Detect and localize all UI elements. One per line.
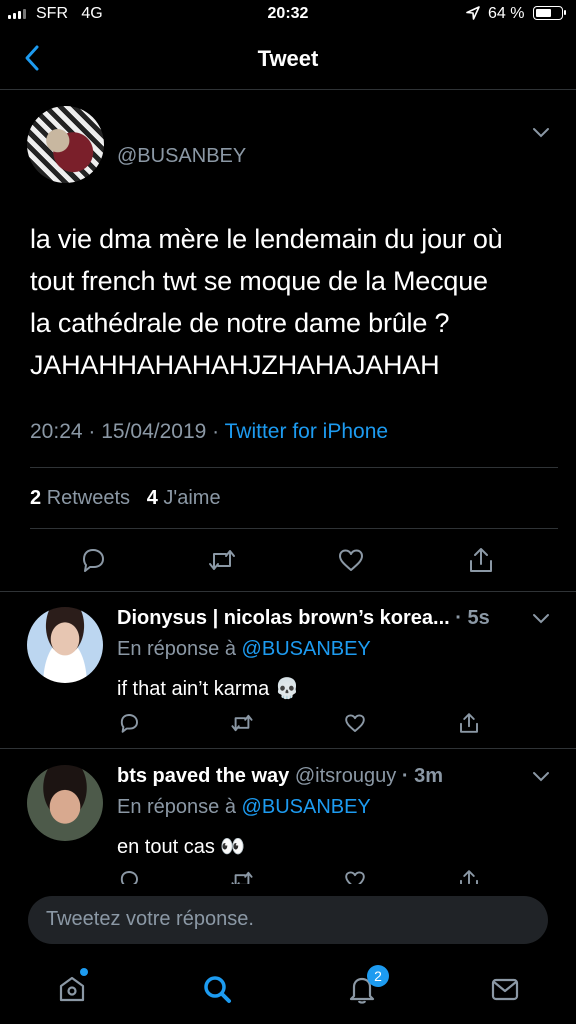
reply-author-name: bts paved the way (117, 765, 290, 787)
composer-placeholder: Tweetez votre réponse. (46, 908, 254, 930)
like-button[interactable] (343, 711, 367, 735)
tweet-date: 15/04/2019 (101, 420, 207, 443)
tweet-stats: 2 Retweets 4 J'aime (30, 487, 221, 510)
retweet-button[interactable] (207, 545, 237, 575)
reply-to: En réponse à @BUSANBEY (117, 638, 371, 661)
new-content-dot (80, 968, 88, 976)
tweet-text: la vie dma mère le lendemain du jour où … (30, 218, 560, 386)
divider (30, 467, 558, 468)
retweet-icon (231, 714, 253, 732)
likes-count: 4 (146, 487, 158, 509)
share-icon (460, 713, 478, 733)
reply-icon (120, 714, 138, 733)
reply-to-handle[interactable]: @BUSANBEY (242, 796, 371, 818)
retweets-label: Retweets (46, 487, 131, 509)
tweet-source-link[interactable]: Twitter for iPhone (225, 420, 388, 443)
divider (0, 591, 576, 592)
reply-to-handle[interactable]: @BUSANBEY (242, 638, 371, 660)
avatar[interactable] (27, 765, 103, 841)
avatar[interactable] (27, 106, 104, 183)
likes-label: J'aime (163, 487, 221, 509)
avatar[interactable] (27, 607, 103, 683)
heart-icon (345, 714, 365, 732)
chevron-down-icon (533, 128, 549, 138)
reply-author-name: Dionysus | nicolas brown’s korea... (117, 607, 450, 629)
tab-messages[interactable] (488, 972, 522, 1006)
messages-icon (491, 978, 519, 1001)
page-title: Tweet (257, 46, 319, 71)
tweet-text-line: tout french twt se moque de la Mecque (30, 266, 488, 296)
reply-to-label: En réponse à (117, 796, 236, 818)
reply-time: · 3m (401, 765, 443, 787)
search-icon (204, 976, 231, 1003)
divider (0, 748, 576, 749)
reply-menu-button[interactable] (530, 612, 552, 626)
tab-home[interactable] (55, 972, 89, 1006)
share-button[interactable] (457, 711, 481, 735)
location-icon (465, 5, 481, 21)
status-bar: SFR 4G 20:32 64 % (0, 0, 576, 30)
tweet-text-line: la vie dma mère le lendemain du jour où (30, 224, 503, 254)
author-handle[interactable]: @BUSANBEY (117, 145, 246, 168)
chevron-down-icon (533, 614, 549, 624)
reply-to-label: En réponse à (117, 638, 236, 660)
retweet-icon (209, 550, 235, 570)
reply-button[interactable] (78, 545, 108, 575)
reply-icon (83, 549, 104, 572)
reply-time: · 5s (455, 607, 490, 629)
retweets-count: 2 (30, 487, 42, 509)
tweet-time: 20:24 (30, 420, 83, 443)
tweet-menu-button[interactable] (530, 126, 552, 140)
reply-to: En réponse à @BUSANBEY (117, 796, 371, 819)
reply-author[interactable]: Dionysus | nicolas brown’s korea... · 5s (117, 607, 490, 630)
home-icon (59, 976, 85, 1002)
tweet-meta: 20:24 · 15/04/2019 · Twitter for iPhone (30, 420, 389, 443)
share-button[interactable] (466, 545, 496, 575)
reply-text: if that ain’t karma 💀 (117, 678, 300, 700)
tweet-text-line: JAHAHHAHAHAHJZHAHAJAHAH (30, 350, 440, 380)
likes-stat[interactable]: 4 J'aime (147, 487, 221, 509)
tweet-text-line: la cathédrale de notre dame brûle ? (30, 308, 450, 338)
reply-text: en tout cas 👀 (117, 836, 246, 858)
share-icon (470, 548, 492, 572)
reply-author-handle: @itsrouguy (294, 765, 397, 787)
heart-icon (339, 549, 363, 571)
battery-icon (533, 6, 566, 20)
reply-button[interactable] (117, 711, 141, 735)
retweet-button[interactable] (230, 711, 254, 735)
divider (30, 528, 558, 529)
battery-percent: 64 % (488, 5, 525, 22)
notification-badge: 2 (367, 965, 389, 987)
tab-search[interactable] (200, 972, 234, 1006)
reply-author[interactable]: bts paved the way @itsrouguy · 3m (117, 765, 443, 788)
divider (0, 89, 576, 90)
reply-menu-button[interactable] (530, 770, 552, 784)
like-button[interactable] (336, 545, 366, 575)
chevron-down-icon (533, 772, 549, 782)
retweets-stat[interactable]: 2 Retweets (30, 487, 130, 509)
